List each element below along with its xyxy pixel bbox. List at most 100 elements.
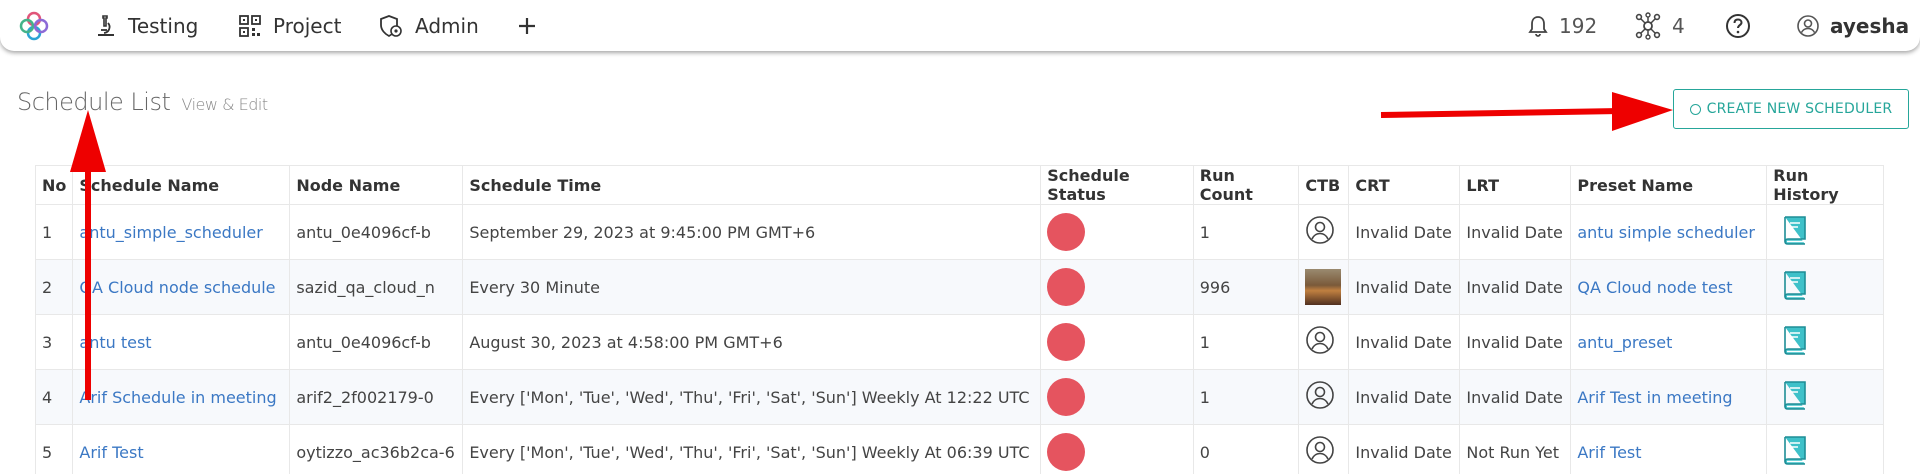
arrow-right-annotation	[1380, 92, 1673, 131]
cell-preset-name: antu_preset	[1570, 314, 1768, 370]
cell-crt: Invalid Date	[1348, 314, 1461, 370]
table-header-row: No Schedule Name Node Name Schedule Time…	[34, 165, 1884, 205]
schedule-name-link[interactable]: antu test	[79, 333, 151, 352]
table-row[interactable]: 5 Arif Test oytizzo_ac36b2ca-6 Every ['Mon'…	[34, 424, 1884, 474]
bell-icon	[1528, 15, 1548, 37]
top-navbar: Testing Project Admin 192 4 ayesha	[0, 0, 1920, 51]
run-history-book-icon[interactable]	[1779, 378, 1811, 416]
nav-admin[interactable]: Admin	[378, 0, 479, 51]
run-history-book-icon[interactable]	[1779, 268, 1811, 306]
col-header-schedule-time[interactable]: Schedule Time	[462, 165, 1042, 205]
cell-run-history	[1766, 314, 1884, 370]
cell-schedule-status	[1040, 424, 1194, 474]
add-tab-button[interactable]	[516, 0, 549, 51]
cell-lrt: Invalid Date	[1459, 259, 1572, 315]
col-header-schedule-name[interactable]: Schedule Name	[72, 165, 291, 205]
status-indicator	[1047, 268, 1086, 306]
creator-avatar	[1305, 269, 1342, 305]
cell-schedule-time: Every ['Mon', 'Tue', 'Wed', 'Thu', 'Fri'…	[462, 369, 1042, 425]
help-button[interactable]	[1725, 0, 1761, 51]
notifications-button[interactable]: 192	[1527, 0, 1597, 51]
cell-ctb	[1298, 204, 1350, 260]
cell-schedule-status	[1040, 204, 1194, 260]
user-icon	[1305, 325, 1335, 359]
nav-testing[interactable]: Testing	[95, 0, 198, 51]
cell-node-name: oytizzo_ac36b2ca-6	[289, 424, 464, 474]
cell-run-count: 996	[1192, 259, 1300, 315]
col-header-run-history[interactable]: Run History	[1766, 165, 1884, 205]
username: ayesha	[1830, 13, 1910, 38]
page-title: Schedule List View & Edit	[17, 88, 268, 116]
cell-preset-name: antu simple scheduler	[1570, 204, 1768, 260]
cell-node-name: arif2_2f002179-0	[289, 369, 464, 425]
cell-crt: Invalid Date	[1348, 259, 1461, 315]
preset-name-link[interactable]: Arif Test	[1577, 443, 1641, 462]
run-history-book-icon[interactable]	[1779, 433, 1811, 471]
admin-shield-icon	[380, 14, 402, 37]
run-history-book-icon[interactable]	[1779, 323, 1811, 361]
schedule-name-link[interactable]: Arif Test	[79, 443, 143, 462]
schedule-table: No Schedule Name Node Name Schedule Time…	[34, 165, 1884, 474]
col-header-preset-name[interactable]: Preset Name	[1570, 165, 1768, 205]
status-indicator	[1047, 433, 1086, 471]
status-indicator	[1047, 323, 1086, 361]
network-nodes-icon	[1635, 11, 1661, 40]
table-row[interactable]: 2 QA Cloud node schedule sazid_qa_cloud_n E…	[34, 259, 1884, 315]
preset-name-link[interactable]: antu_preset	[1577, 333, 1672, 352]
cell-lrt: Invalid Date	[1459, 204, 1572, 260]
microscope-icon	[98, 14, 114, 36]
qr-grid-icon	[239, 14, 261, 37]
cell-schedule-name: Arif Test	[72, 424, 291, 474]
col-header-run-count[interactable]: Run Count	[1192, 165, 1300, 205]
table-row[interactable]: 1 antu_simple_scheduler antu_0e4096cf-b Sep…	[34, 204, 1884, 260]
cell-crt: Invalid Date	[1348, 424, 1461, 474]
cell-schedule-name: Arif Schedule in meeting	[72, 369, 291, 425]
cell-schedule-time: August 30, 2023 at 4:58:00 PM GMT+6	[462, 314, 1042, 370]
cell-run-count: 0	[1192, 424, 1300, 474]
col-header-no[interactable]: No	[34, 165, 74, 205]
schedule-name-link[interactable]: antu_simple_scheduler	[79, 223, 262, 242]
user-menu[interactable]: ayesha	[1796, 0, 1909, 51]
app-logo-icon[interactable]	[18, 10, 50, 42]
status-indicator	[1047, 378, 1086, 416]
col-header-lrt[interactable]: LRT	[1459, 165, 1572, 205]
cell-schedule-time: Every 30 Minute	[462, 259, 1042, 315]
page-subtitle: View & Edit	[181, 95, 269, 114]
user-icon	[1305, 380, 1335, 414]
cell-no: 1	[34, 204, 74, 260]
nodes-button[interactable]: 4	[1634, 0, 1685, 51]
preset-name-link[interactable]: QA Cloud node test	[1577, 278, 1732, 297]
cell-schedule-name: antu_simple_scheduler	[72, 204, 291, 260]
nodes-count: 4	[1672, 13, 1685, 38]
nav-admin-label: Admin	[415, 13, 479, 38]
help-icon	[1726, 13, 1750, 38]
col-header-crt[interactable]: CRT	[1348, 165, 1461, 205]
status-indicator	[1047, 213, 1086, 251]
schedule-name-link[interactable]: QA Cloud node schedule	[79, 278, 275, 297]
cell-no: 4	[34, 369, 74, 425]
col-header-node-name[interactable]: Node Name	[289, 165, 464, 205]
cell-ctb	[1298, 424, 1350, 474]
nav-project[interactable]: Project	[238, 0, 341, 51]
plus-icon	[519, 17, 535, 34]
page-title-text: Schedule List	[17, 88, 171, 116]
create-new-scheduler-button[interactable]: CREATE NEW SCHEDULER	[1673, 89, 1909, 129]
cell-no: 3	[34, 314, 74, 370]
notifications-count: 192	[1559, 13, 1598, 38]
cell-no: 2	[34, 259, 74, 315]
preset-name-link[interactable]: Arif Test in meeting	[1577, 388, 1732, 407]
cell-node-name: antu_0e4096cf-b	[289, 204, 464, 260]
col-header-ctb[interactable]: CTB	[1298, 165, 1350, 205]
cell-preset-name: Arif Test	[1570, 424, 1768, 474]
table-row[interactable]: 4 Arif Schedule in meeting arif2_2f002179-…	[34, 369, 1884, 425]
col-header-schedule-status[interactable]: Schedule Status	[1040, 165, 1194, 205]
schedule-name-link[interactable]: Arif Schedule in meeting	[79, 388, 276, 407]
user-icon	[1305, 215, 1335, 249]
preset-name-link[interactable]: antu simple scheduler	[1577, 223, 1755, 242]
run-history-book-icon[interactable]	[1779, 213, 1811, 251]
cell-schedule-status	[1040, 259, 1194, 315]
create-button-label: CREATE NEW SCHEDULER	[1706, 101, 1893, 117]
cell-lrt: Not Run Yet	[1459, 424, 1572, 474]
cell-schedule-status	[1040, 314, 1194, 370]
table-row[interactable]: 3 antu test antu_0e4096cf-b August 30, 2023…	[34, 314, 1884, 370]
